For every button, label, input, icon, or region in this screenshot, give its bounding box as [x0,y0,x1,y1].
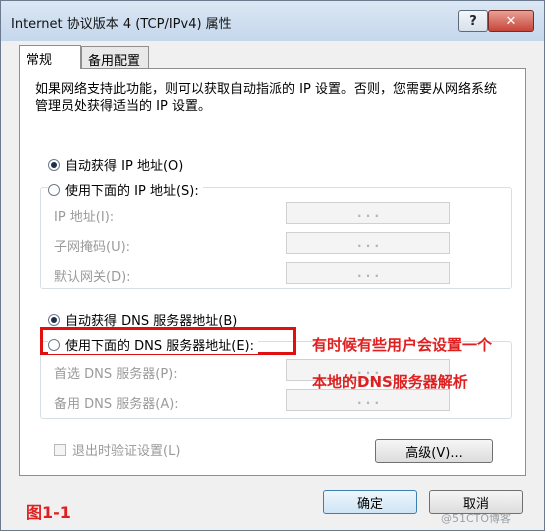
auto-dns-radio[interactable] [48,313,60,326]
title-bar: Internet 协议版本 4 (TCP/IPv4) 属性 ? ✕ [1,1,544,41]
annotation-line-1: 有时候有些用户会设置一个 [312,336,493,354]
manual-dns-label: 使用下面的 DNS 服务器地址(E): [65,339,254,354]
figure-label: 图1-1 [26,503,71,522]
ip-address-input[interactable]: . . . [286,202,450,224]
advanced-button[interactable]: 高级(V)... [375,439,493,463]
alternate-dns-input[interactable]: . . . [286,389,450,411]
manual-ip-radio-row[interactable]: 使用下面的 IP 地址(S): [48,180,203,199]
annotation-line-2: 本地的DNS服务器解析 [312,373,468,391]
manual-dns-radio[interactable] [48,338,60,351]
general-panel: 如果网络支持此功能，则可以获取自动指派的 IP 设置。否则，您需要从网络系统管理… [19,68,526,476]
window-title: Internet 协议版本 4 (TCP/IPv4) 属性 [11,17,232,32]
subnet-mask-label: 子网掩码(U): [54,240,131,255]
auto-ip-radio[interactable] [48,158,60,171]
validate-on-exit-label: 退出时验证设置(L) [72,444,181,459]
subnet-mask-input[interactable]: . . . [286,232,450,254]
default-gateway-label: 默认网关(D): [54,270,131,285]
tab-alternate-config[interactable]: 备用配置 [81,46,149,69]
help-button[interactable]: ? [458,10,488,32]
manual-dns-radio-row[interactable]: 使用下面的 DNS 服务器地址(E): [48,335,258,354]
ok-button[interactable]: 确定 [323,490,417,514]
auto-ip-radio-row[interactable]: 自动获得 IP 地址(O) [48,155,183,174]
validate-on-exit-checkbox[interactable] [54,443,66,456]
default-gateway-input[interactable]: . . . [286,262,450,284]
manual-ip-radio[interactable] [48,183,60,196]
preferred-dns-label: 首选 DNS 服务器(P): [54,367,178,382]
watermark: @51CTO博客 [441,512,512,525]
description-text: 如果网络支持此功能，则可以获取自动指派的 IP 设置。否则，您需要从网络系统管理… [35,82,497,114]
ip-address-label: IP 地址(I): [54,210,115,225]
dialog-window: Internet 协议版本 4 (TCP/IPv4) 属性 ? ✕ 常规 备用配… [0,0,545,531]
manual-ip-label: 使用下面的 IP 地址(S): [65,184,199,199]
tab-general[interactable]: 常规 [19,45,81,69]
alternate-dns-label: 备用 DNS 服务器(A): [54,397,179,412]
auto-ip-label: 自动获得 IP 地址(O) [65,159,184,174]
close-button[interactable]: ✕ [488,10,534,32]
validate-on-exit-row[interactable]: 退出时验证设置(L) [54,440,180,459]
